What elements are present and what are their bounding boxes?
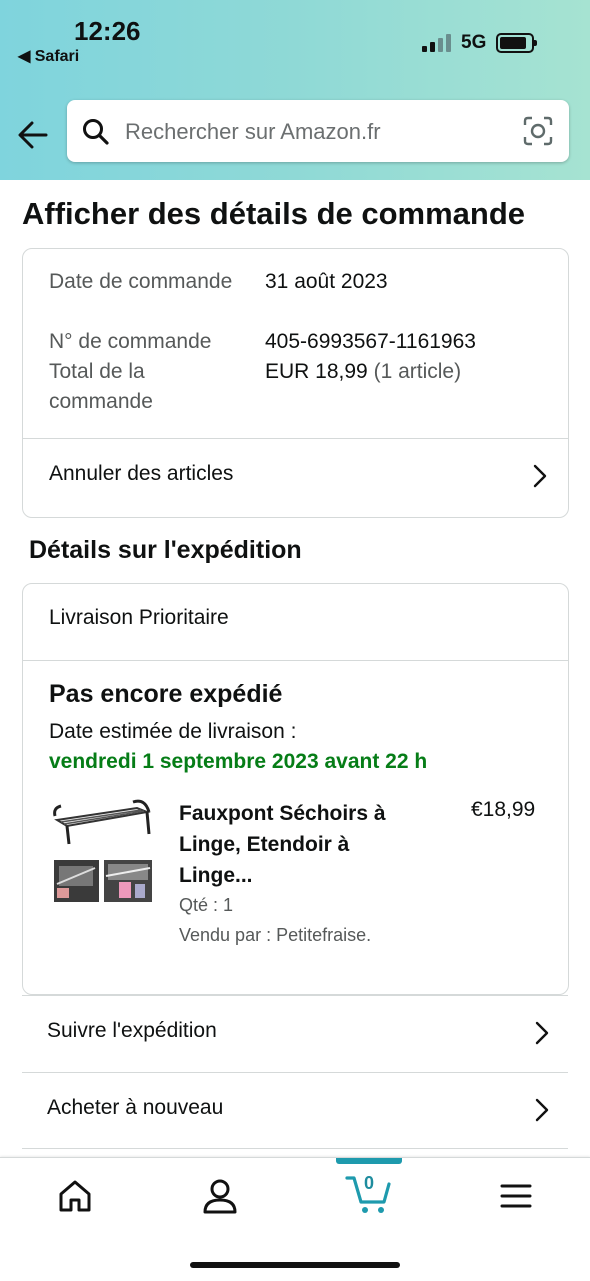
cancel-items-label: Annuler des articles xyxy=(49,462,234,485)
divider xyxy=(23,660,568,661)
status-indicators: 5G xyxy=(422,32,538,54)
home-icon[interactable] xyxy=(55,1176,95,1216)
buy-again-row[interactable]: Acheter à nouveau xyxy=(22,1072,568,1149)
back-to-safari[interactable]: ◀ Safari xyxy=(18,46,79,66)
chevron-right-icon xyxy=(535,1021,549,1045)
shipment-status: Pas encore expédié xyxy=(49,680,283,708)
cart-count-badge: 0 xyxy=(364,1173,375,1193)
order-number-value: 405-6993567-1161963 xyxy=(265,330,476,353)
order-total-value: EUR 18,99 (1 article) xyxy=(265,357,461,387)
buy-again-label: Acheter à nouveau xyxy=(47,1096,224,1119)
divider xyxy=(22,1148,568,1157)
camera-lens-icon[interactable] xyxy=(523,116,553,146)
network-label: 5G xyxy=(461,32,487,53)
shipment-section-title: Détails sur l'expédition xyxy=(29,536,302,564)
top-header: 12:26 ◀ Safari 5G xyxy=(0,0,590,180)
search-bar[interactable] xyxy=(67,100,569,162)
track-shipment-row[interactable]: Suivre l'expédition xyxy=(22,995,568,1072)
back-arrow-icon[interactable] xyxy=(16,118,50,152)
order-date-value: 31 août 2023 xyxy=(265,270,388,293)
product-price: €18,99 xyxy=(471,798,536,821)
account-icon[interactable] xyxy=(200,1176,240,1216)
chevron-right-icon xyxy=(533,464,547,488)
shipping-method: Livraison Prioritaire xyxy=(49,606,229,629)
product-name[interactable]: Fauxpont Séchoirs à Linge, Etendoir à Li… xyxy=(179,798,409,891)
order-total-label: Total de la commande xyxy=(49,360,153,413)
order-number-label: N° de commande xyxy=(49,330,212,353)
status-time: 12:26 xyxy=(74,16,141,46)
search-input[interactable] xyxy=(123,114,507,150)
order-total-items: (1 article) xyxy=(373,360,462,383)
product-image[interactable] xyxy=(51,798,155,908)
back-app-label: Safari xyxy=(34,48,80,65)
chevron-right-icon xyxy=(535,1098,549,1122)
shipment-card: Livraison Prioritaire Pas encore expédié… xyxy=(22,583,569,995)
product-seller: Vendu par : Petitefraise. xyxy=(179,925,372,945)
order-summary-card: Date de commande 31 août 2023 N° de comm… xyxy=(22,248,569,518)
signal-icon xyxy=(422,34,451,52)
active-tab-indicator xyxy=(336,1158,402,1164)
track-shipment-label: Suivre l'expédition xyxy=(47,1019,217,1042)
order-total-amount: EUR 18,99 xyxy=(265,360,368,383)
page-title: Afficher des détails de commande xyxy=(22,196,526,231)
delivery-estimate-date: vendredi 1 septembre 2023 avant 22 h xyxy=(49,750,428,773)
menu-icon[interactable] xyxy=(496,1176,536,1216)
home-indicator xyxy=(190,1262,400,1268)
delivery-estimate-label: Date estimée de livraison : xyxy=(49,720,297,743)
order-date-label: Date de commande xyxy=(49,270,233,293)
cancel-items-row[interactable]: Annuler des articles xyxy=(23,439,568,515)
battery-icon xyxy=(496,33,538,53)
search-icon[interactable] xyxy=(81,117,111,147)
product-quantity: Qté : 1 xyxy=(179,895,234,915)
